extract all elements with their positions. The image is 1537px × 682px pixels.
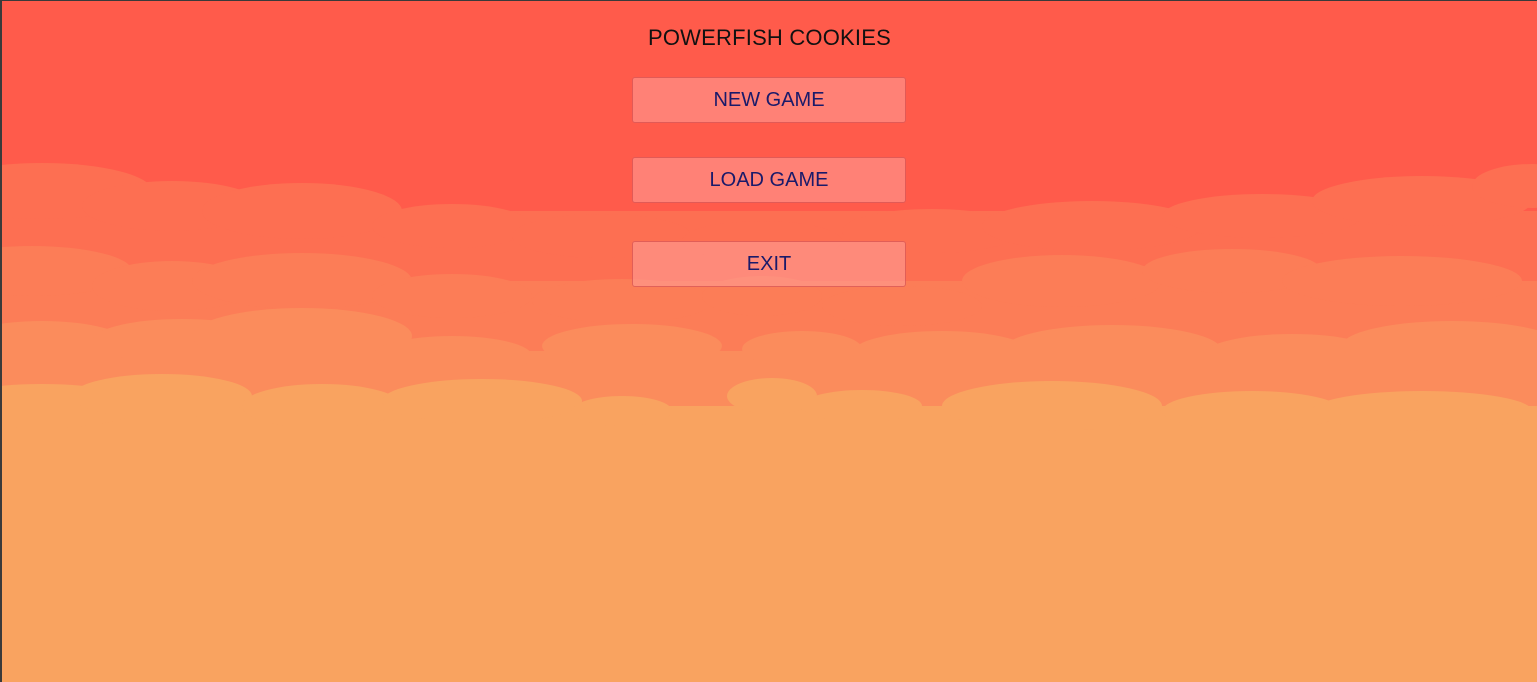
exit-button[interactable]: EXIT — [632, 241, 906, 287]
game-screen: POWERFISH COOKIES NEW GAME LOAD GAME EXI… — [2, 1, 1537, 682]
cloud-layer-4 — [2, 374, 1537, 682]
new-game-button[interactable]: NEW GAME — [632, 77, 906, 123]
game-title: POWERFISH COOKIES — [648, 25, 891, 50]
load-game-button[interactable]: LOAD GAME — [632, 157, 906, 203]
